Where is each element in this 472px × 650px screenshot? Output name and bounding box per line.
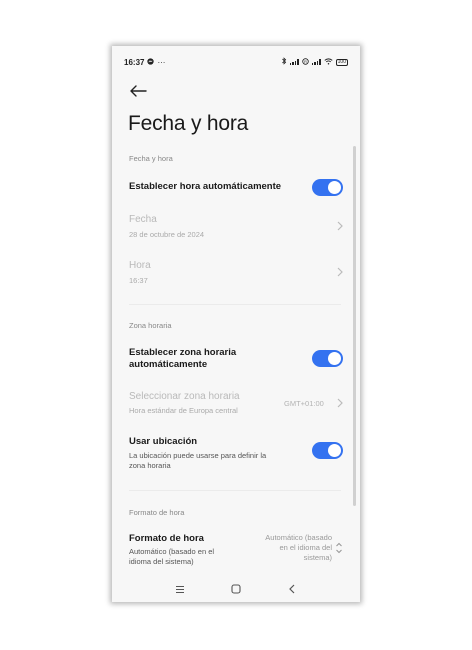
section-divider (129, 304, 341, 305)
auto-timezone-row[interactable]: Establecer zona horaria automáticamente (112, 342, 360, 376)
time-format-value-line1: Automático (basado (265, 533, 332, 542)
status-right: R 100 (281, 57, 348, 67)
signal-icon (289, 59, 299, 65)
select-timezone-row[interactable]: Seleccionar zona horaria Hora estándar d… (112, 386, 360, 420)
battery-icon: 100 (335, 58, 348, 66)
status-time: 16:37 (124, 57, 145, 67)
time-format-desc-line2: idioma del sistema) (129, 557, 194, 566)
timezone-offset: GMT+01:00 (284, 399, 324, 408)
time-format-row[interactable]: Formato de hora Automático (basado en el… (112, 530, 360, 574)
more-notifications-icon: ··· (157, 57, 166, 67)
use-location-toggle[interactable] (312, 442, 343, 459)
section-header-time-format: Formato de hora (129, 508, 185, 517)
auto-timezone-label-line1: Establecer zona horaria (129, 347, 237, 358)
date-row[interactable]: Fecha 28 de octubre de 2024 (112, 208, 360, 244)
home-nav-button[interactable] (229, 582, 243, 596)
phone-screen: 16:37 ··· R 100 Fecha y hora Fecha y hor… (112, 46, 360, 602)
home-square-icon (231, 584, 241, 594)
auto-timezone-toggle[interactable] (312, 350, 343, 367)
status-bar: 16:37 ··· R 100 (112, 46, 360, 78)
bluetooth-icon (281, 57, 287, 67)
time-format-value-line3: sistema) (303, 553, 332, 562)
menu-icon (176, 585, 184, 593)
time-format-value-line2: en el idioma del (279, 543, 332, 552)
chevron-right-icon (337, 221, 343, 231)
use-location-desc-line2: zona horaria (129, 461, 171, 470)
time-value: 16:37 (129, 276, 148, 285)
page-title: Fecha y hora (128, 112, 249, 135)
status-left: 16:37 ··· (124, 58, 165, 67)
signal-icon-2 (311, 59, 321, 65)
auto-timezone-label-line2: automáticamente (129, 359, 208, 370)
back-nav-button[interactable] (285, 582, 299, 596)
messenger-icon (147, 57, 155, 67)
time-format-label: Formato de hora (129, 533, 204, 544)
section-divider (129, 490, 341, 491)
time-format-desc-line1: Automático (basado en el (129, 547, 215, 556)
section-header-timezone: Zona horaria (129, 321, 172, 330)
select-timezone-label: Seleccionar zona horaria (129, 391, 240, 402)
date-value: 28 de octubre de 2024 (129, 230, 205, 239)
auto-time-label: Establecer hora automáticamente (129, 181, 282, 192)
svg-text:R: R (304, 59, 307, 63)
auto-time-toggle[interactable] (312, 179, 343, 196)
back-triangle-icon (289, 584, 295, 594)
navigation-bar (112, 576, 360, 602)
use-location-row[interactable]: Usar ubicación La ubicación puede usarse… (112, 432, 360, 476)
chevron-right-icon (337, 267, 343, 277)
select-timezone-value: Hora estándar de Europa central (129, 406, 238, 415)
menu-nav-button[interactable] (173, 582, 187, 596)
time-row[interactable]: Hora 16:37 (112, 254, 360, 290)
data-saver-icon: R (301, 57, 309, 67)
back-arrow-icon[interactable] (128, 84, 148, 98)
use-location-desc-line1: La ubicación puede usarse para definir l… (129, 451, 267, 460)
auto-time-row[interactable]: Establecer hora automáticamente (112, 174, 360, 202)
section-header-date-time: Fecha y hora (129, 154, 173, 163)
time-label: Hora (129, 260, 151, 271)
scrollbar[interactable] (353, 146, 356, 506)
up-down-chevron-icon (336, 542, 342, 554)
chevron-right-icon (337, 398, 343, 408)
use-location-label: Usar ubicación (129, 436, 198, 447)
wifi-icon (324, 57, 333, 67)
date-label: Fecha (129, 214, 157, 225)
